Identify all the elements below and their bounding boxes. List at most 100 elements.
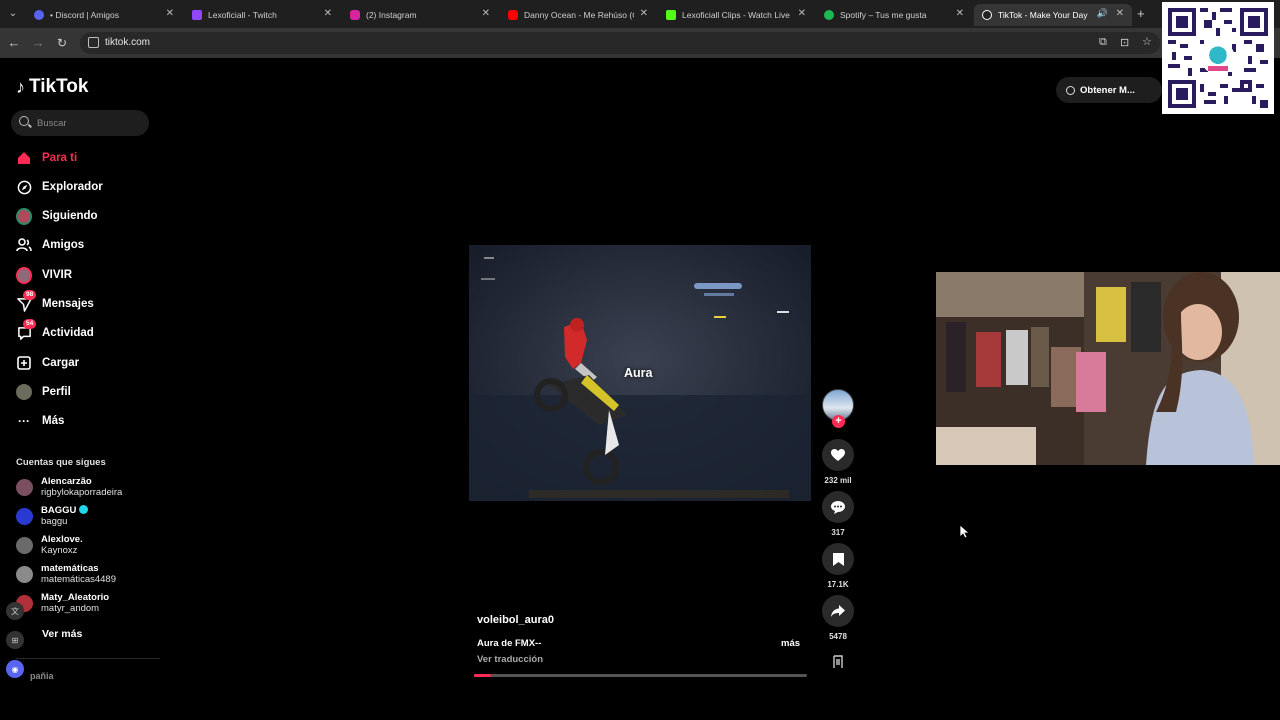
tab-label: Lexoficiall - Twitch <box>208 10 277 20</box>
nav-vivir[interactable]: VIVIR <box>16 265 72 285</box>
nav-label: Siguiendo <box>42 210 98 222</box>
reload-icon[interactable]: ↻ <box>54 35 70 51</box>
nav-actividad[interactable]: 54 Actividad <box>16 319 94 343</box>
nav-siguiendo[interactable]: Siguiendo <box>16 206 98 226</box>
messages-badge: 98 <box>23 290 37 300</box>
bookmark-star-icon[interactable]: ☆ <box>1142 35 1152 48</box>
profile-icon <box>16 384 32 400</box>
nav-cargar[interactable]: Cargar <box>16 353 79 373</box>
home-icon <box>16 150 32 166</box>
following-name: Alencarzão <box>41 476 92 487</box>
comment-count: 317 <box>831 528 845 537</box>
twitch-icon <box>192 10 202 20</box>
nav-label: Perfil <box>42 386 71 398</box>
footer-company-link[interactable]: pañia <box>30 671 54 681</box>
close-icon[interactable]: ✕ <box>640 8 648 19</box>
qr-code-icon <box>1168 8 1268 108</box>
discord-float-icon[interactable]: ◉ <box>6 660 24 678</box>
instagram-icon <box>350 10 360 20</box>
following-name: matemáticas <box>41 563 99 574</box>
close-icon[interactable]: ✕ <box>482 8 490 19</box>
following-item[interactable]: BAGGU baggu <box>16 505 89 527</box>
app-icon <box>1066 85 1075 95</box>
close-icon[interactable]: ✕ <box>324 8 332 19</box>
nav-amigos[interactable]: Amigos <box>16 235 84 255</box>
get-app-label: Obtener M... <box>1080 84 1135 96</box>
following-item[interactable]: Alexlove. Kaynoxz <box>16 534 83 556</box>
nav-explorador[interactable]: Explorador <box>16 177 103 197</box>
search-box[interactable] <box>11 110 149 136</box>
following-icon <box>16 207 32 225</box>
video-author[interactable]: voleibol_aura0 <box>477 614 554 626</box>
more-button[interactable]: más <box>781 638 800 649</box>
webcam-image <box>936 272 1280 465</box>
tab-label: Spotify – Tus me gusta <box>840 10 927 20</box>
music-disc-icon[interactable] <box>831 655 845 669</box>
avatar <box>16 508 33 525</box>
close-icon[interactable]: ✕ <box>956 8 964 19</box>
speaker-icon[interactable]: 🔊 <box>1097 8 1108 19</box>
comment-button[interactable] <box>822 491 854 523</box>
comment-icon <box>831 500 845 514</box>
like-count: 232 mil <box>824 476 852 485</box>
avatar <box>16 566 33 583</box>
verified-icon <box>79 505 89 514</box>
tab-youtube[interactable]: Danny Ocean - Me Rehúso (Offi ✕ <box>500 4 656 26</box>
follow-plus-icon[interactable]: + <box>832 415 845 428</box>
following-item[interactable]: Maty_Aleatorio matyr_andom <box>16 592 109 614</box>
see-more-link[interactable]: Ver más <box>42 628 82 640</box>
following-name: BAGGU <box>41 505 77 516</box>
following-username: baggu <box>41 516 68 527</box>
following-username: Kaynoxz <box>41 545 78 556</box>
avatar <box>16 537 33 554</box>
brand-name: TikTok <box>29 76 89 97</box>
following-name: Maty_Aleatorio <box>41 592 110 603</box>
translate-float-icon[interactable]: 文 <box>6 602 24 620</box>
close-icon[interactable]: ✕ <box>1116 8 1124 19</box>
close-icon[interactable]: ✕ <box>166 8 174 19</box>
video-progress-bar[interactable] <box>474 674 807 677</box>
tiktok-note-icon: ♪ <box>16 76 25 97</box>
nav-perfil[interactable]: Perfil <box>16 382 71 402</box>
forward-icon[interactable]: → <box>30 35 46 51</box>
install-icon[interactable]: ⊡ <box>1120 36 1129 49</box>
apps-float-icon[interactable]: ⊞ <box>6 631 24 649</box>
upload-icon <box>16 355 32 371</box>
tiktok-logo[interactable]: ♪ TikTok <box>16 76 88 98</box>
browser-tab-bar: ⌄ • Discord | Amigos ✕ Lexoficiall - Twi… <box>0 0 1280 28</box>
see-translation-link[interactable]: Ver traducción <box>477 654 543 665</box>
get-app-button[interactable]: Obtener M... <box>1056 77 1162 103</box>
sidebar-divider <box>16 658 160 659</box>
site-info-icon[interactable] <box>88 37 99 48</box>
tab-discord[interactable]: • Discord | Amigos ✕ <box>26 4 182 26</box>
nav-mensajes[interactable]: 98 Mensajes <box>16 290 94 314</box>
tab-search-chevron-icon[interactable]: ⌄ <box>4 5 22 23</box>
save-button[interactable] <box>822 543 854 575</box>
url-field[interactable]: tiktok.com ⧉ ⊡ ☆ <box>80 32 1160 54</box>
back-icon[interactable]: ← <box>6 35 22 51</box>
nav-mas[interactable]: ··· Más <box>16 411 64 431</box>
video-progress-fill <box>474 674 491 677</box>
tab-instagram[interactable]: (2) Instagram ✕ <box>342 4 498 26</box>
save-count: 17.1K <box>827 580 849 589</box>
tab-label: • Discord | Amigos <box>50 10 119 20</box>
qr-code <box>1162 2 1274 114</box>
following-item[interactable]: matemáticas matemáticas4489 <box>16 563 116 585</box>
tab-spotify[interactable]: Spotify – Tus me gusta ✕ <box>816 4 972 26</box>
tab-tiktok[interactable]: TikTok - Make Your Day 🔊 ✕ <box>974 4 1132 26</box>
compass-icon <box>16 179 32 195</box>
translate-icon[interactable]: ⧉ <box>1099 36 1107 49</box>
new-tab-button[interactable]: + <box>1137 6 1145 21</box>
friends-icon <box>16 237 32 253</box>
kick-icon <box>666 10 676 20</box>
close-icon[interactable]: ✕ <box>798 8 806 19</box>
following-item[interactable]: Alencarzão rigbylokaporradeira <box>16 476 122 498</box>
tab-kick[interactable]: Lexoficiall Clips - Watch Live on ✕ <box>658 4 814 26</box>
tiktok-icon <box>982 10 992 20</box>
heart-icon <box>831 448 845 461</box>
search-input[interactable] <box>37 114 145 132</box>
tab-twitch[interactable]: Lexoficiall - Twitch ✕ <box>184 4 340 26</box>
share-button[interactable] <box>822 595 854 627</box>
like-button[interactable] <box>822 439 854 471</box>
nav-para-ti[interactable]: Para ti <box>16 148 77 168</box>
